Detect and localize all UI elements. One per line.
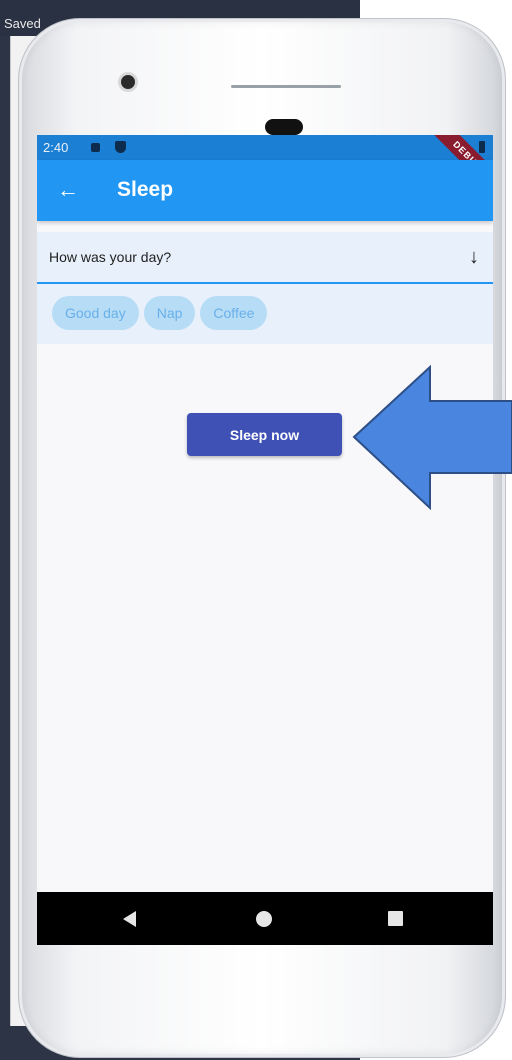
circle-home-icon[interactable] [256, 911, 272, 927]
tag-chips: Good day Nap Coffee [52, 296, 272, 330]
saved-status: Saved [4, 16, 41, 31]
chip-coffee[interactable]: Coffee [200, 296, 268, 330]
day-form-panel: How was your day? ↓ Good day Nap Coffee [37, 232, 493, 344]
chip-good-day[interactable]: Good day [52, 296, 139, 330]
annotation-arrow-icon [352, 365, 512, 510]
day-question-label: How was your day? [49, 249, 172, 265]
chip-nap[interactable]: Nap [143, 296, 196, 330]
speaker-grille [231, 85, 341, 88]
status-time: 2:40 [43, 140, 69, 155]
arrow-back-icon: ← [57, 177, 79, 202]
day-question-dropdown[interactable]: How was your day? ↓ [37, 232, 493, 284]
back-button[interactable]: ← [55, 177, 81, 203]
status-bar: 2:40 [37, 135, 493, 160]
system-nav-bar [37, 892, 493, 945]
earpiece [265, 119, 303, 135]
shield-icon [115, 141, 126, 153]
app-bar: ← Sleep [37, 160, 493, 221]
page-title: Sleep [117, 178, 174, 201]
battery-icon [479, 141, 485, 153]
notification-icon [91, 143, 100, 152]
sleep-now-button[interactable]: Sleep now [187, 413, 342, 456]
triangle-back-icon[interactable] [123, 911, 136, 927]
arrow-down-icon[interactable]: ↓ [469, 244, 479, 270]
app-screen: 2:40 DEBUG ← Sleep How was your day? ↓ G… [37, 135, 493, 945]
front-camera [121, 75, 135, 89]
square-recents-icon[interactable] [388, 911, 403, 926]
